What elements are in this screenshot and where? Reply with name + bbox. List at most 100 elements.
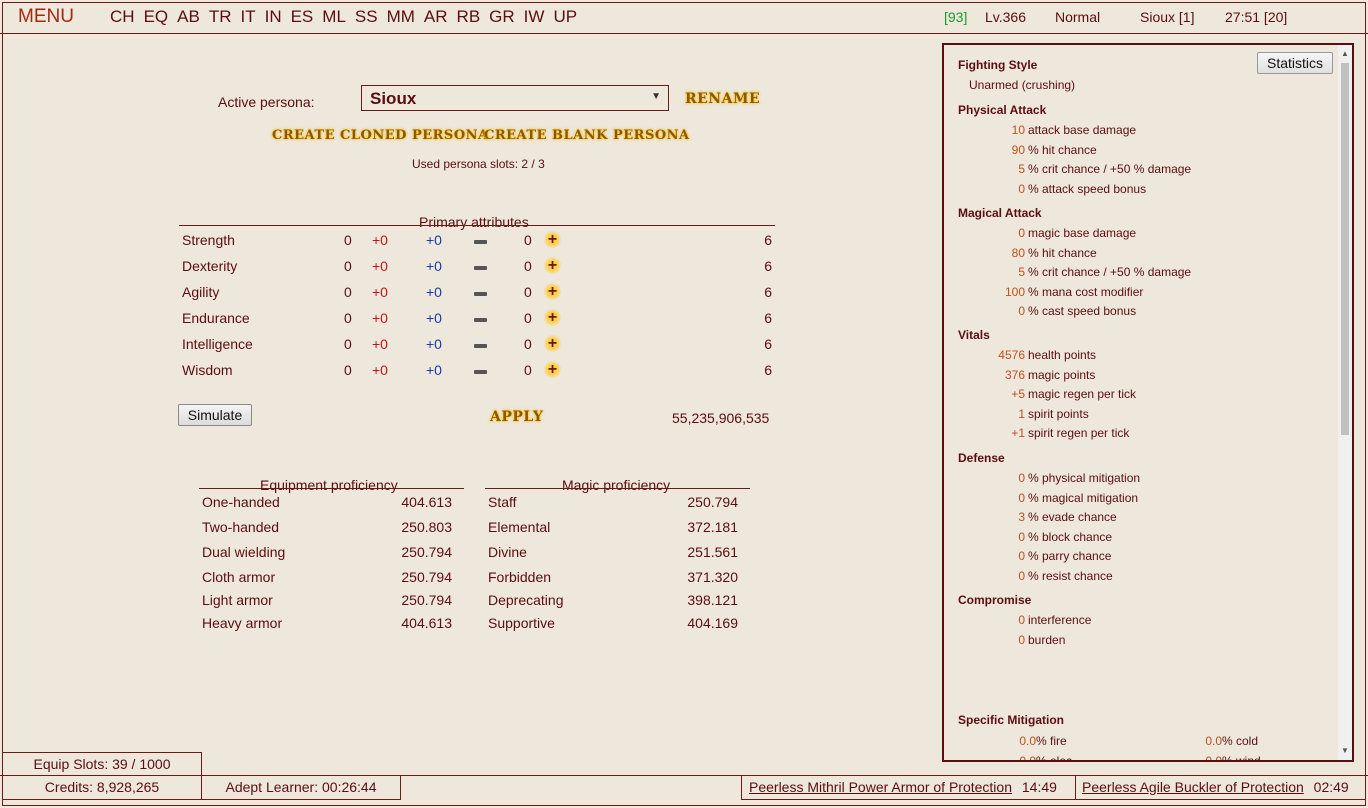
attribute-current: 0: [524, 310, 532, 326]
equip-slots-box: Equip Slots: 39 / 1000: [2, 752, 202, 776]
rename-button[interactable]: RENAME: [685, 91, 760, 107]
attribute-name: Endurance: [182, 310, 250, 326]
stat-value: 3: [1018, 510, 1025, 525]
equipment-row: Dual wielding 250.794: [202, 544, 452, 564]
persona-select[interactable]: Sioux ▼: [361, 85, 669, 111]
specific-mitigation-heading: Specific Mitigation: [958, 713, 1065, 727]
stat-value: 0: [1018, 226, 1025, 240]
persona-slots-label: Used persona slots: 2 / 3: [412, 157, 545, 171]
proficiency-value: 250.803: [401, 519, 452, 535]
attribute-row: Wisdom 0 +0 +0 0 +6: [182, 361, 774, 382]
persona-status: Sioux [1]: [1140, 9, 1195, 25]
proficiency-value: 371.320: [687, 569, 738, 585]
stat-label: spirit points: [1028, 406, 1089, 421]
nav-links: CH EQ AB TR IT IN ES ML SS MM AR RB GR IW UP: [110, 7, 586, 27]
equipment-divider: [199, 488, 464, 489]
scroll-up-icon[interactable]: ▲: [1341, 49, 1349, 58]
panel-scrollbar[interactable]: ▲ ▼: [1338, 45, 1352, 760]
proficiency-value: 251.561: [687, 544, 738, 560]
time-status: 27:51 [20]: [1225, 9, 1288, 25]
learner-box: Adept Learner: 00:26:44: [201, 775, 401, 800]
nav-link[interactable]: SS: [355, 7, 378, 27]
scroll-thumb[interactable]: [1341, 63, 1349, 435]
stat-value: 0: [1018, 613, 1025, 627]
nav-link[interactable]: IT: [240, 7, 255, 27]
attribute-bonus-blue: +0: [426, 232, 442, 248]
nav-link[interactable]: AB: [177, 7, 200, 27]
attribute-name: Wisdom: [182, 362, 233, 378]
item-2-link[interactable]: Peerless Agile Buckler of Protection: [1082, 779, 1304, 795]
nav-link[interactable]: IW: [524, 7, 545, 27]
stat-label: magic points: [1028, 367, 1096, 382]
stat-value: 0: [1018, 181, 1025, 196]
physical-heading: Physical Attack: [958, 103, 1047, 117]
equipment-row: Heavy armor 404.613: [202, 615, 452, 635]
attribute-current: 0: [524, 362, 532, 378]
increase-icon[interactable]: +: [543, 257, 562, 274]
decrease-icon[interactable]: [474, 318, 487, 322]
proficiency-name: Deprecating: [488, 592, 564, 608]
nav-link[interactable]: ML: [322, 7, 346, 27]
stat-value: +1: [1011, 426, 1025, 441]
nav-link[interactable]: RB: [457, 7, 481, 27]
nav-link[interactable]: UP: [553, 7, 577, 27]
equipped-item-2: Peerless Agile Buckler of Protection 02:…: [1075, 775, 1366, 800]
item-1-link[interactable]: Peerless Mithril Power Armor of Protecti…: [749, 779, 1012, 795]
fighting-style-heading: Fighting Style: [958, 58, 1038, 72]
proficiency-value: 250.794: [687, 494, 738, 510]
increase-icon[interactable]: +: [543, 309, 562, 326]
create-cloned-persona-button[interactable]: CREATE CLONED PERSONA: [272, 128, 489, 143]
decrease-icon[interactable]: [474, 266, 487, 270]
equipped-item-1: Peerless Mithril Power Armor of Protecti…: [741, 775, 1076, 800]
stat-label: attack base damage: [1028, 123, 1137, 137]
cold-label: % cold: [1222, 734, 1259, 748]
attribute-name: Strength: [182, 232, 235, 248]
increase-icon[interactable]: +: [543, 361, 562, 378]
attribute-name: Agility: [182, 284, 220, 300]
attribute-bonus-red: +0: [372, 284, 388, 300]
stat-value: 376: [1004, 367, 1025, 382]
proficiency-name: Divine: [488, 544, 527, 560]
nav-link[interactable]: ES: [291, 7, 314, 27]
attribute-total: 6: [764, 232, 772, 248]
decrease-icon[interactable]: [474, 292, 487, 296]
attributes-divider: [179, 225, 775, 226]
apply-button[interactable]: APPLY: [490, 409, 543, 425]
attribute-base: 0: [344, 336, 352, 352]
equipment-proficiency-title: Equipment proficiency: [260, 477, 398, 493]
magic-row: Staff 250.794: [488, 494, 738, 514]
nav-link[interactable]: CH: [110, 7, 135, 27]
decrease-icon[interactable]: [474, 370, 487, 374]
statistics-panel: Statistics Fighting Style Unarmed (crush…: [942, 43, 1354, 762]
active-persona-label: Active persona:: [218, 94, 315, 110]
nav-link[interactable]: MM: [387, 7, 415, 27]
stat-value: 90: [1011, 142, 1025, 157]
proficiency-name: One-handed: [202, 494, 280, 510]
nav-link[interactable]: TR: [209, 7, 232, 27]
attribute-total: 6: [764, 362, 772, 378]
increase-icon[interactable]: +: [543, 335, 562, 352]
decrease-icon[interactable]: [474, 344, 487, 348]
proficiency-name: Supportive: [488, 615, 555, 631]
create-blank-persona-button[interactable]: CREATE BLANK PERSONA: [484, 128, 690, 143]
attribute-base: 0: [344, 362, 352, 378]
decrease-icon[interactable]: [474, 240, 487, 244]
attribute-total: 6: [764, 284, 772, 300]
simulate-button[interactable]: Simulate: [178, 404, 252, 426]
stat-label: magic regen per tick: [1028, 387, 1137, 402]
attribute-total: 6: [764, 258, 772, 274]
menu-link[interactable]: MENU: [18, 6, 74, 28]
stat-label: burden: [1028, 632, 1066, 647]
nav-link[interactable]: EQ: [144, 7, 169, 27]
equipment-row: Cloth armor 250.794: [202, 569, 452, 589]
statistics-button[interactable]: Statistics: [1257, 52, 1333, 74]
scroll-down-icon[interactable]: ▼: [1341, 746, 1349, 755]
increase-icon[interactable]: +: [543, 231, 562, 248]
nav-link[interactable]: GR: [489, 7, 515, 27]
nav-link[interactable]: AR: [424, 7, 448, 27]
proficiency-value: 250.794: [401, 569, 452, 585]
wind-label: % wind: [1222, 754, 1261, 762]
increase-icon[interactable]: +: [543, 283, 562, 300]
nav-link[interactable]: IN: [265, 7, 282, 27]
attribute-total: 6: [764, 310, 772, 326]
